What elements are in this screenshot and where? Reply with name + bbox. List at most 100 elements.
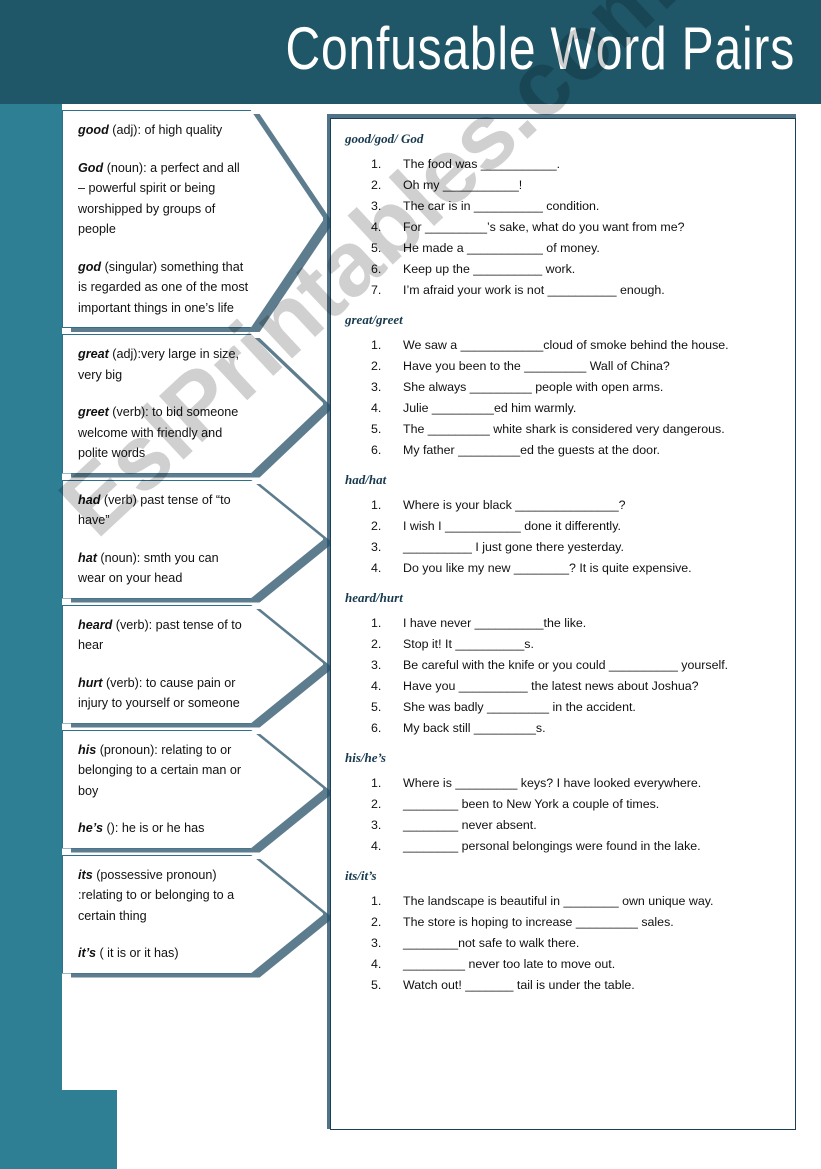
exercise-item-number: 6. bbox=[371, 443, 382, 457]
exercise-item-number: 3. bbox=[371, 936, 382, 950]
exercise-item-number: 4. bbox=[371, 220, 382, 234]
exercise-item-number: 6. bbox=[371, 262, 382, 276]
exercise-item-number: 5. bbox=[371, 241, 382, 255]
definition-gloss: ( it is or it has) bbox=[99, 946, 179, 960]
exercise-section: good/god/ God 1. The food was ___________.… bbox=[345, 131, 781, 301]
definition-headword: heard bbox=[78, 617, 113, 632]
exercise-item-number: 3. bbox=[371, 658, 382, 672]
exercise-section-heading: great/greet bbox=[345, 312, 403, 327]
exercise-item[interactable]: 2. Stop it! It __________s. bbox=[371, 634, 781, 655]
exercise-item[interactable]: 3. ________not safe to walk there. bbox=[371, 933, 781, 954]
definition-entry: its (possessive pronoun) :relating to or… bbox=[78, 865, 249, 927]
exercise-item[interactable]: 3. ________ never absent. bbox=[371, 815, 781, 836]
exercise-section: heard/hurt 1. I have never __________the l… bbox=[345, 590, 781, 739]
exercise-item-number: 2. bbox=[371, 915, 382, 929]
exercise-item-text: I have never __________the like. bbox=[403, 616, 587, 630]
definition-gloss: (): he is or he has bbox=[106, 821, 205, 835]
exercise-item-text: My father _________ed the guests at the … bbox=[403, 443, 660, 457]
exercise-item[interactable]: 1. I have never __________the like. bbox=[371, 613, 781, 634]
exercise-item[interactable]: 3. Be careful with the knife or you could… bbox=[371, 655, 781, 676]
exercise-item-number: 5. bbox=[371, 422, 382, 436]
left-accent-stripe-foot bbox=[0, 1090, 117, 1169]
exercise-item-text: __________ I just gone there yesterday. bbox=[403, 540, 624, 554]
exercise-item[interactable]: 7. I’m afraid your work is not __________… bbox=[371, 280, 781, 301]
exercise-item[interactable]: 6. My back still _________s. bbox=[371, 718, 781, 739]
exercise-item-number: 4. bbox=[371, 679, 382, 693]
exercise-item-number: 2. bbox=[371, 519, 382, 533]
exercise-section: great/greet 1. We saw a ____________cloud … bbox=[345, 312, 781, 461]
exercise-item-number: 4. bbox=[371, 401, 382, 415]
exercise-item[interactable]: 1. We saw a ____________cloud of smoke be… bbox=[371, 335, 781, 356]
definition-headword: great bbox=[78, 347, 109, 361]
page-title: Confusable Word Pairs bbox=[285, 15, 795, 82]
exercise-item-text: She always _________ people with open ar… bbox=[403, 380, 664, 394]
definition-entry: greet (verb): to bid someone welcome wit… bbox=[78, 402, 249, 464]
exercise-item[interactable]: 5. He made a ___________ of money. bbox=[371, 238, 781, 259]
exercise-item[interactable]: 1. The food was ___________. bbox=[371, 154, 781, 175]
exercise-item[interactable]: 4. _________ never too late to move out. bbox=[371, 954, 781, 975]
exercise-item[interactable]: 5. Watch out! _______ tail is under the t… bbox=[371, 975, 781, 996]
exercise-section-heading: its/it’s bbox=[345, 868, 377, 883]
exercise-item[interactable]: 2. I wish I ___________ done it different… bbox=[371, 516, 781, 537]
exercise-item-text: The food was ___________. bbox=[403, 157, 561, 171]
definition-headword: God bbox=[78, 160, 104, 175]
exercise-item[interactable]: 4. For _________’s sake, what do you want… bbox=[371, 217, 781, 238]
definition-headword: he’s bbox=[78, 821, 103, 835]
exercise-item[interactable]: 2. Oh my ___________! bbox=[371, 175, 781, 196]
exercise-item-text: I’m afraid your work is not __________ e… bbox=[403, 283, 665, 297]
exercise-item[interactable]: 5. The _________ white shark is considere… bbox=[371, 419, 781, 440]
exercise-item[interactable]: 5. She was badly _________ in the acciden… bbox=[371, 697, 781, 718]
exercise-item[interactable]: 6. My father _________ed the guests at th… bbox=[371, 440, 781, 461]
definition-gloss: (adj): of high quality bbox=[112, 123, 223, 137]
callout-body: good (adj): of high quality God (noun): a… bbox=[62, 110, 324, 328]
definition-callout: great (adj):very large in size, very big… bbox=[62, 334, 333, 478]
exercise-item-text: Have you been to the _________ Wall of C… bbox=[403, 359, 670, 373]
definition-callout-column: good (adj): of high quality God (noun): a… bbox=[62, 110, 333, 980]
exercise-item[interactable]: 1. Where is _________ keys? I have looked… bbox=[371, 773, 781, 794]
exercise-item[interactable]: 4. Julie _________ed him warmly. bbox=[371, 398, 781, 419]
exercise-item[interactable]: 4. ________ personal belongings were foun… bbox=[371, 836, 781, 857]
exercise-item[interactable]: 1. Where is your black _______________? bbox=[371, 495, 781, 516]
definition-entry: good (adj): of high quality bbox=[78, 120, 249, 141]
exercise-item-text: My back still _________s. bbox=[403, 721, 546, 735]
exercise-item-text: Where is _________ keys? I have looked e… bbox=[403, 776, 702, 790]
exercise-item[interactable]: 3. __________ I just gone there yesterday… bbox=[371, 537, 781, 558]
exercise-item-list: 1. The food was ___________. 2. Oh my _____… bbox=[345, 154, 781, 301]
definition-entry: he’s (): he is or he has bbox=[78, 818, 249, 839]
definition-headword: its bbox=[78, 867, 93, 882]
exercise-section-heading: his/he’s bbox=[345, 750, 386, 765]
definition-headword: god bbox=[78, 259, 102, 274]
definition-callout: heard (verb): past tense of to hear hurt … bbox=[62, 604, 333, 728]
definition-callout: good (adj): of high quality God (noun): a… bbox=[62, 110, 333, 332]
exercise-item-number: 1. bbox=[371, 894, 382, 908]
exercise-item-text: The landscape is beautiful in ________ o… bbox=[403, 894, 714, 908]
definition-headword: his bbox=[78, 742, 97, 757]
exercise-item[interactable]: 1. The landscape is beautiful in ________… bbox=[371, 891, 781, 912]
exercise-item-list: 1. Where is your black _______________? 2.… bbox=[345, 495, 781, 579]
definition-gloss: (pronoun): relating to or belonging to a… bbox=[78, 742, 242, 798]
definition-headword: had bbox=[78, 492, 101, 507]
exercise-item[interactable]: 2. ________ been to New York a couple of … bbox=[371, 794, 781, 815]
worksheet-page: Confusable Word Pairs good (adj): of hig… bbox=[0, 0, 821, 1169]
definition-headword: it’s bbox=[78, 946, 96, 960]
exercise-item[interactable]: 2. The store is hoping to increase ______… bbox=[371, 912, 781, 933]
exercise-item-number: 2. bbox=[371, 178, 382, 192]
exercise-section-heading: good/god/ God bbox=[345, 131, 424, 146]
exercise-item-list: 1. We saw a ____________cloud of smoke be… bbox=[345, 335, 781, 461]
exercise-item[interactable]: 4. Do you like my new ________? It is qui… bbox=[371, 558, 781, 579]
exercise-item-text: For _________’s sake, what do you want f… bbox=[403, 220, 685, 234]
exercise-item[interactable]: 6. Keep up the __________ work. bbox=[371, 259, 781, 280]
exercise-item-text: She was badly _________ in the accident. bbox=[403, 700, 636, 714]
exercise-section-heading: heard/hurt bbox=[345, 590, 403, 605]
exercise-item[interactable]: 3. The car is in __________ condition. bbox=[371, 196, 781, 217]
exercise-item-number: 3. bbox=[371, 540, 382, 554]
exercise-item[interactable]: 2. Have you been to the _________ Wall of… bbox=[371, 356, 781, 377]
exercise-item[interactable]: 4. Have you __________ the latest news ab… bbox=[371, 676, 781, 697]
definition-headword: greet bbox=[78, 405, 109, 419]
definition-headword: good bbox=[78, 123, 109, 137]
exercise-item-number: 7. bbox=[371, 283, 382, 297]
exercise-item-text: Stop it! It __________s. bbox=[403, 637, 534, 651]
definition-gloss: (possessive pronoun) :relating to or bel… bbox=[78, 867, 235, 923]
exercise-item-list: 1. I have never __________the like. 2. Stop… bbox=[345, 613, 781, 739]
exercise-item[interactable]: 3. She always _________ people with open … bbox=[371, 377, 781, 398]
